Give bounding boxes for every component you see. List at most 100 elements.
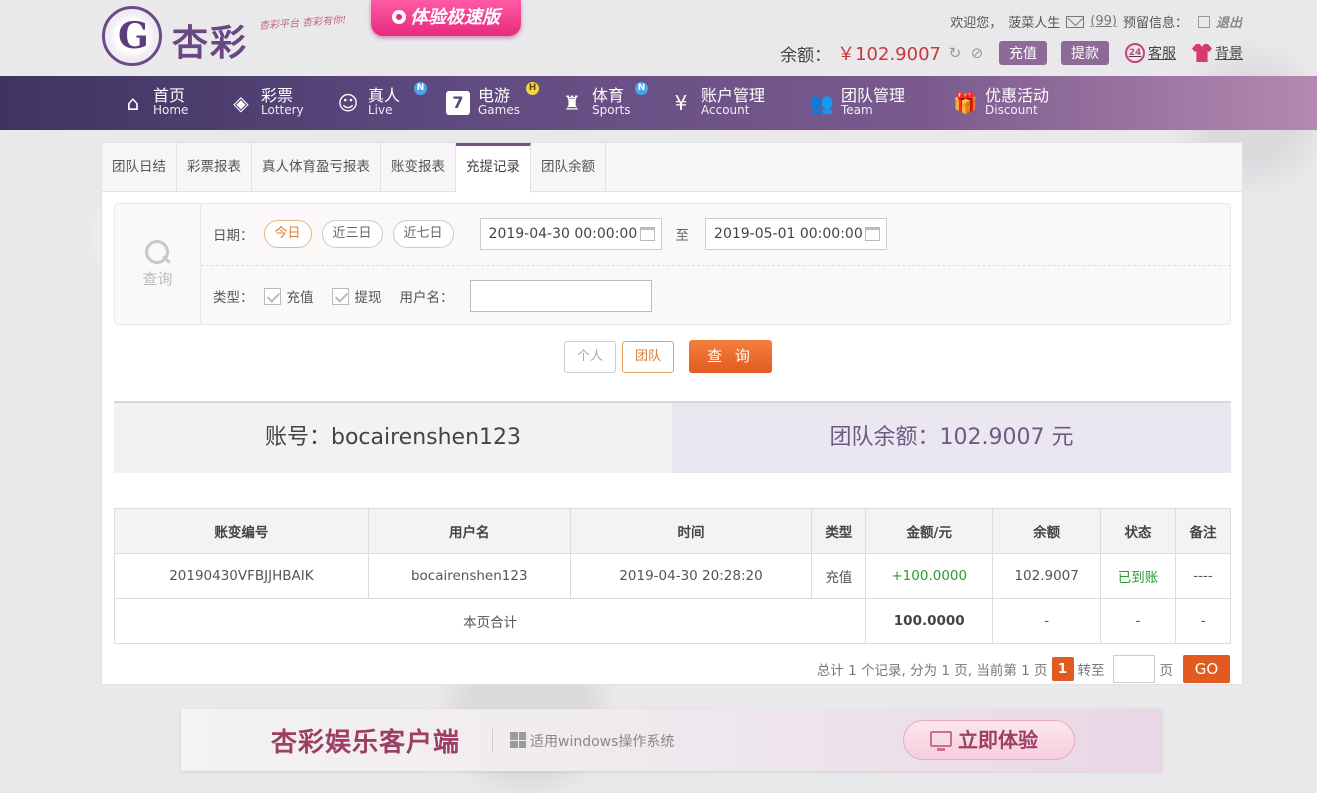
col-id: 账变编号 [114, 508, 369, 554]
col-status: 状态 [1100, 508, 1176, 554]
windows-icon [510, 732, 526, 748]
banner-subtitle: 适用windows操作系统 [530, 734, 675, 750]
trophy-icon: ♜ [563, 91, 581, 115]
edit-icon[interactable] [1197, 15, 1210, 28]
cell-note: ---- [1175, 553, 1231, 599]
last-seven-days-button[interactable]: 近七日 [392, 220, 454, 248]
account-name: 账号：bocairenshen123 [114, 403, 672, 473]
nav-account[interactable]: ¥ 账户管理 Account [669, 76, 765, 130]
logo-text: 杏彩 [172, 22, 249, 64]
fast-version-icon [392, 10, 406, 24]
logo-mark-icon: G [102, 6, 162, 66]
logout-link[interactable]: 退出 [1216, 12, 1242, 31]
gift-icon: 🎁 [953, 91, 978, 115]
nav-home[interactable]: ⌂ 首页 Home [121, 76, 189, 130]
customer-service-link[interactable]: 24 客服 [1125, 43, 1176, 63]
withdraw-button[interactable]: 提款 [1061, 41, 1109, 65]
recharge-button[interactable]: 充值 [999, 41, 1047, 65]
calendar-icon[interactable] [639, 227, 655, 241]
games-icon: 7 [446, 91, 470, 115]
team-button[interactable]: 团队 [622, 341, 675, 373]
new-badge: N [414, 82, 427, 95]
cell-amount: +100.0000 [865, 553, 994, 599]
checkbox-icon [331, 287, 349, 305]
banner-title: 杏彩娱乐客户端 [271, 728, 461, 758]
background-theme-link[interactable]: 背景 [1192, 43, 1243, 63]
page-total-amount: 100.0000 [865, 598, 994, 644]
user-info-bar: 欢迎您， 菠菜人生 (99) 预留信息： 退出 [950, 12, 1242, 31]
col-amount: 金额/元 [865, 508, 994, 554]
nav-discount[interactable]: 🎁 优惠活动 Discount [953, 76, 1049, 130]
logo-slogan: 杏彩平台 杏彩有你! [258, 14, 347, 33]
search-icon [144, 240, 171, 266]
page-total-label: 本页合计 [113, 598, 867, 644]
calendar-icon[interactable] [865, 227, 881, 241]
cell-id: 20190430VFBJJHBAIK [114, 553, 369, 599]
nav-lottery[interactable]: ◈ 彩票 Lottery [229, 76, 303, 130]
cell-time: 2019-04-30 20:28:20 [569, 553, 813, 599]
balance-bar: 余额： ￥102.9007 ↻ ⊘ 充值 提款 24 客服 背景 [780, 40, 1243, 66]
nav-team[interactable]: 👥 团队管理 Team [809, 76, 905, 130]
nav-games[interactable]: 7 电游 Games H [446, 76, 539, 130]
last-three-days-button[interactable]: 近三日 [321, 220, 383, 248]
type-row: 类型： 充值 提现 用户名： [213, 280, 652, 312]
username-label: 用户名： [399, 290, 454, 306]
query-button[interactable]: 查 询 [689, 340, 772, 373]
page-total-status: - [1100, 598, 1176, 644]
report-panel: 团队日结 彩票报表 真人体育盈亏报表 账变报表 充提记录 团队余额 查询 日期：… [101, 142, 1243, 685]
nav-live[interactable]: ☺ 真人 Live N [336, 76, 427, 130]
go-button[interactable]: GO [1183, 655, 1230, 683]
client-download-banner: 杏彩娱乐客户端 适用windows操作系统 立即体验 [181, 709, 1162, 771]
hide-eye-icon[interactable]: ⊘ [969, 45, 985, 61]
team-icon: 👥 [809, 91, 834, 115]
recharge-checkbox[interactable]: 充值 [263, 286, 314, 306]
username-input[interactable] [469, 280, 652, 312]
query-side: 查询 [115, 204, 201, 324]
balance-value: ￥102.9007 [837, 44, 941, 65]
tab-team-balance[interactable]: 团队余额 [531, 143, 606, 192]
new-badge: N [635, 82, 648, 95]
cell-balance: 102.9007 [992, 553, 1102, 599]
current-page[interactable]: 1 [1051, 657, 1074, 681]
col-type: 类型 [811, 508, 867, 554]
tab-live-sports-report[interactable]: 真人体育盈亏报表 [252, 143, 381, 192]
fast-version-button[interactable]: 体验极速版 [371, 0, 521, 36]
pagination-summary: 总计 1 个记录, 分为 1 页, 当前第 1 页 [816, 663, 1048, 679]
notice-label: 预留信息： [1122, 16, 1188, 31]
query-side-label: 查询 [142, 270, 173, 288]
checkbox-icon [263, 287, 281, 305]
team-balance: 团队余额：102.9007 元 [672, 403, 1231, 473]
page-total-note: - [1175, 598, 1231, 644]
type-label: 类型： [213, 290, 254, 306]
site-logo[interactable]: G 杏彩 杏彩平台 杏彩有你! [102, 6, 352, 68]
withdraw-checkbox[interactable]: 提现 [331, 286, 382, 306]
cell-type: 充值 [811, 553, 867, 599]
end-date-input[interactable]: 2019-05-01 00:00:00 [705, 218, 888, 250]
monitor-icon [930, 731, 952, 751]
banner-divider [492, 729, 493, 753]
header: G 杏彩 杏彩平台 杏彩有你! 体验极速版 欢迎您， 菠菜人生 (99) 预留信… [0, 0, 1317, 76]
records-table: 账变编号 用户名 时间 类型 金额/元 余额 状态 备注 20190430VFB… [113, 508, 1231, 644]
mail-icon[interactable] [1066, 15, 1085, 28]
nav-sports[interactable]: ♜ 体育 Sports N [560, 76, 648, 130]
lottery-icon: ◈ [233, 91, 249, 115]
try-now-button[interactable]: 立即体验 [903, 720, 1075, 760]
cell-status: 已到账 [1100, 553, 1176, 599]
mail-count-link[interactable]: (99) [1090, 14, 1117, 29]
goto-label: 转至 [1077, 663, 1105, 679]
tab-lottery-report[interactable]: 彩票报表 [177, 143, 252, 192]
personal-button[interactable]: 个人 [564, 341, 617, 373]
table-footer-row: 本页合计 100.0000 - - - [113, 598, 1231, 644]
account-icon: ¥ [674, 91, 688, 115]
today-button[interactable]: 今日 [263, 220, 312, 248]
tab-transaction-report[interactable]: 账变报表 [381, 143, 456, 192]
cell-username: bocairenshen123 [367, 553, 571, 599]
divider [201, 265, 1231, 266]
hot-badge: H [526, 82, 539, 95]
start-date-input[interactable]: 2019-04-30 00:00:00 [479, 218, 662, 250]
goto-page-input[interactable] [1112, 655, 1155, 683]
tab-team-daily[interactable]: 团队日结 [102, 143, 177, 192]
refresh-icon[interactable]: ↻ [947, 45, 963, 61]
tab-deposit-withdraw-records[interactable]: 充提记录 [456, 143, 531, 193]
table-row: 20190430VFBJJHBAIK bocairenshen123 2019-… [114, 553, 1231, 599]
